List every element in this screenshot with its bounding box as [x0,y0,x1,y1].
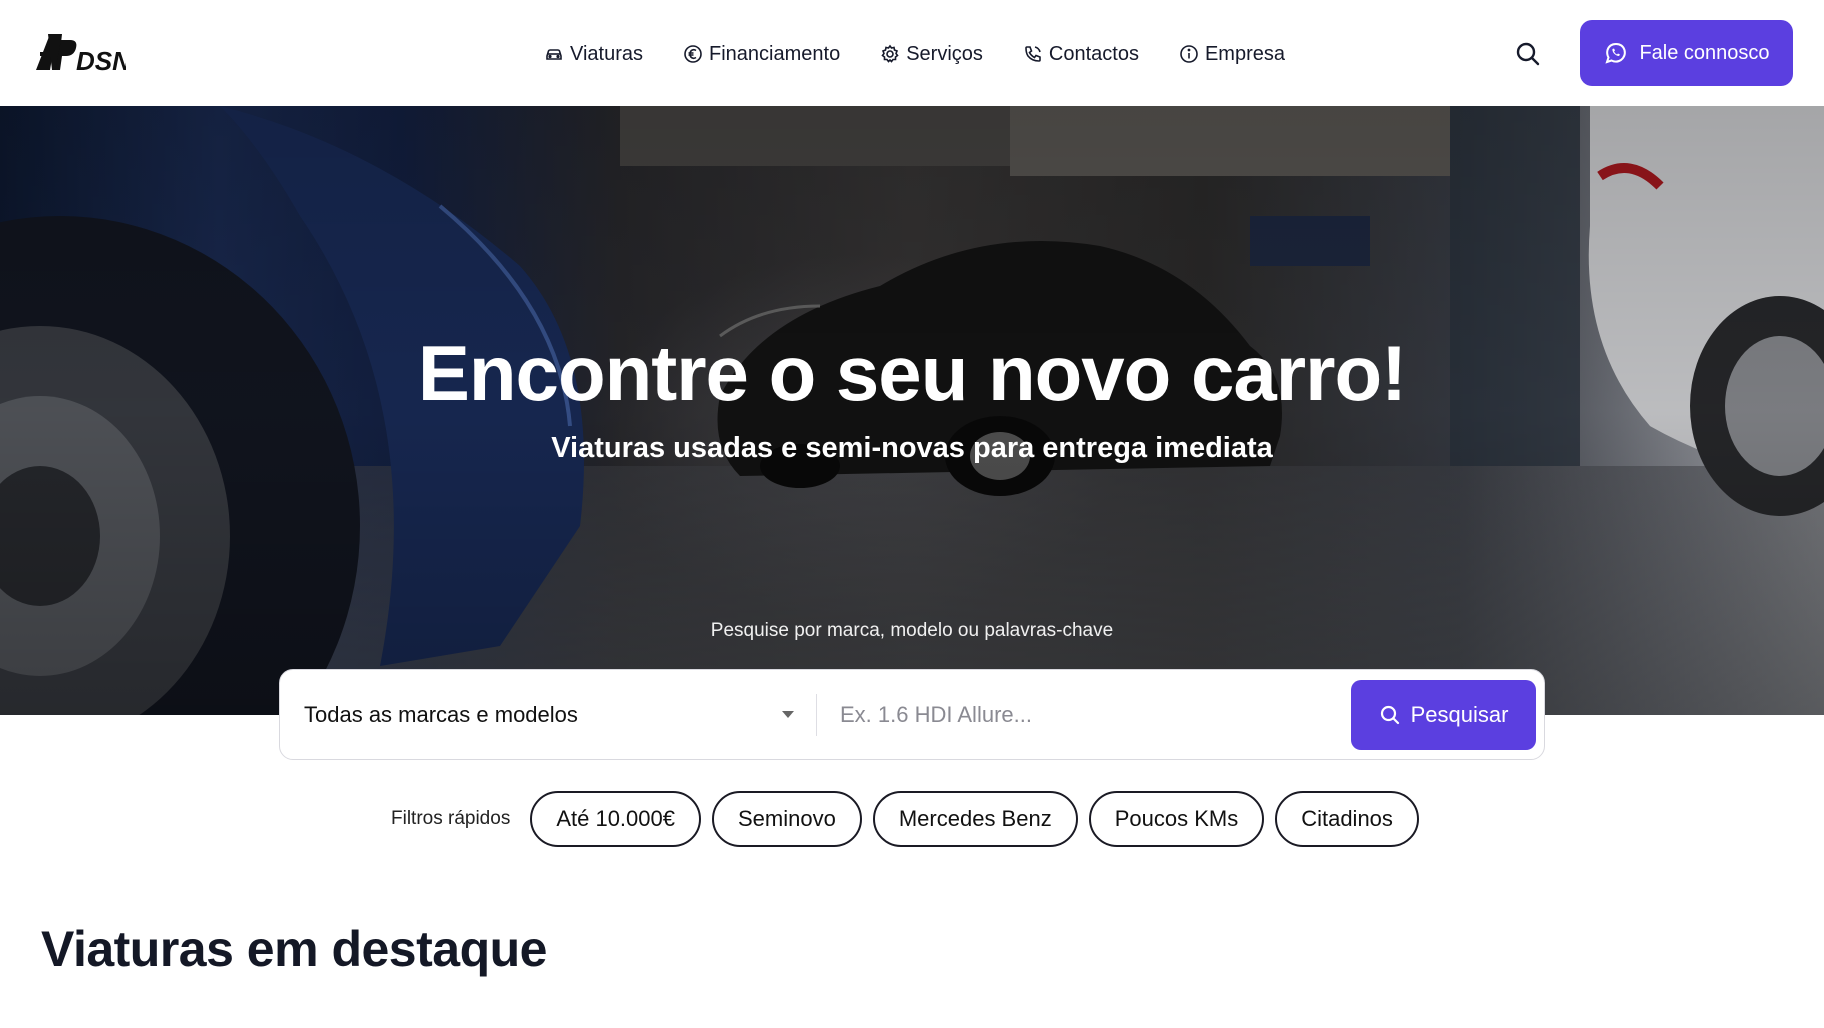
search-button-label: Pesquisar [1410,702,1509,727]
featured-section-title: Viaturas em destaque [41,921,547,977]
filter-chip-citadinos[interactable]: Citadinos [1275,791,1419,847]
car-icon [546,49,562,60]
hero-banner: Encontre o seu novo carro! Viaturas usad… [0,106,1824,715]
nav-item-contactos[interactable]: Contactos [1023,43,1139,66]
nav-label: Viaturas [570,42,644,65]
divider [816,694,817,736]
caret-down-icon [782,711,794,718]
quick-filters-label: Filtros rápidos [391,808,511,829]
svg-text:DSN: DSN [76,46,126,76]
brand-model-select[interactable]: Todas as marcas e modelos [304,692,804,738]
nav-label: Financiamento [709,42,841,65]
main-nav: Viaturas Financiamento Serviços Contacto… [544,38,1325,70]
phone-icon [1025,46,1041,62]
gear-icon [881,44,899,63]
logo[interactable]: DSN [34,30,126,76]
info-icon [1180,45,1198,63]
filter-chip-price[interactable]: Até 10.000€ [530,791,701,847]
nav-item-empresa[interactable]: Empresa [1179,43,1285,66]
search-icon [1516,42,1540,66]
header-search-button[interactable] [1512,38,1544,70]
hero-subtitle: Viaturas usadas e semi-novas para entreg… [551,432,1273,464]
search-bar: Todas as marcas e modelos Pesquisar [279,669,1545,760]
site-header: DSN Viaturas Financiamento Serviços Cont… [0,0,1824,106]
search-hint: Pesquise por marca, modelo ou palavras-c… [710,620,1114,641]
nav-label: Serviços [906,42,983,65]
nav-item-viaturas[interactable]: Viaturas [544,43,643,66]
whatsapp-icon [1605,42,1627,64]
contact-us-button[interactable]: Fale connosco [1580,20,1793,86]
quick-filters: Filtros rápidos Até 10.000€ Seminovo Mer… [391,791,1430,847]
cta-label: Fale connosco [1639,41,1770,64]
nav-label: Empresa [1204,42,1285,65]
filter-chip-low-km[interactable]: Poucos KMs [1088,791,1265,847]
hero-title: Encontre o seu novo carro! [417,329,1407,417]
nav-item-financiamento[interactable]: Financiamento [683,43,840,66]
search-submit-button[interactable]: Pesquisar [1351,680,1536,750]
nav-item-servicos[interactable]: Serviços [880,43,983,66]
keyword-search-input[interactable] [840,692,1320,738]
filter-chip-seminovo[interactable]: Seminovo [712,791,862,847]
nav-label: Contactos [1048,42,1139,65]
search-icon [1380,705,1399,725]
filter-chip-mercedes[interactable]: Mercedes Benz [872,791,1078,847]
euro-icon [684,45,702,63]
